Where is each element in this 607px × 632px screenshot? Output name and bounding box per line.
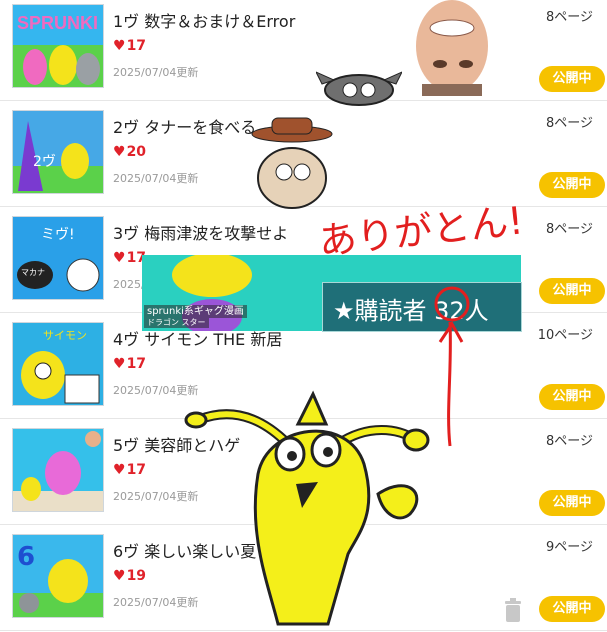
- episode-thumbnail[interactable]: SPRUNKI: [12, 4, 104, 88]
- svg-text:ミヴ!: ミヴ!: [41, 226, 75, 243]
- updated-date: 2025/07/04更新: [113, 384, 199, 397]
- episode-title: 6ヴ 楽しい楽しい夏！: [113, 542, 273, 561]
- episode-thumbnail[interactable]: サイモン: [12, 322, 104, 406]
- episode-thumbnail[interactable]: 6: [12, 534, 104, 618]
- like-count: ♥20: [113, 144, 147, 160]
- list-item[interactable]: 5ヴ 美容師とハゲ ♥17 2025/07/04更新 8ページ 公開中: [0, 420, 607, 525]
- episode-thumbnail[interactable]: ミヴ! マカナ: [12, 216, 104, 300]
- page-count: 9ページ: [545, 540, 593, 555]
- episode-title: 2ヴ タナーを食べる: [113, 118, 257, 137]
- svg-text:SPRUNKI: SPRUNKI: [17, 13, 98, 33]
- heart-icon: ♥: [113, 250, 126, 266]
- page-count: 10ページ: [537, 328, 593, 343]
- like-count: ♥19: [113, 568, 147, 584]
- banner-author: ドラゴン スター: [144, 318, 209, 328]
- heart-icon: ♥: [113, 568, 126, 584]
- svg-text:サイモン: サイモン: [43, 329, 87, 342]
- heart-icon: ♥: [113, 462, 126, 478]
- episode-title: 1ヴ 数字＆おまけ＆Error: [113, 12, 296, 31]
- publish-status-button[interactable]: 公開中: [539, 66, 605, 92]
- episode-thumbnail[interactable]: 2ヴ: [12, 110, 104, 194]
- svg-text:6: 6: [17, 542, 35, 572]
- episode-thumbnail[interactable]: [12, 428, 104, 512]
- updated-date: 2025/07/04更新: [113, 66, 199, 79]
- list-item[interactable]: 6 6ヴ 楽しい楽しい夏！ ♥19 2025/07/04更新 9ページ 公開中: [0, 526, 607, 631]
- updated-date: 2025/07/04更新: [113, 596, 199, 609]
- heart-icon: ♥: [113, 38, 126, 54]
- updated-date: 2025/07/04更新: [113, 172, 199, 185]
- publish-status-button[interactable]: 公開中: [539, 596, 605, 622]
- thumbnail-art: ミヴ! マカナ: [17, 226, 100, 292]
- like-count: ♥17: [113, 462, 147, 478]
- updated-date: 2025/07/04更新: [113, 490, 199, 503]
- svg-text:マカナ: マカナ: [21, 268, 45, 277]
- page-count: 8ページ: [545, 10, 593, 25]
- episode-title: 5ヴ 美容師とハゲ: [113, 436, 241, 455]
- banner-title: sprunki系ギャグ漫画: [144, 305, 247, 318]
- svg-text:2ヴ: 2ヴ: [33, 153, 56, 170]
- publish-status-button[interactable]: 公開中: [539, 172, 605, 198]
- list-item[interactable]: SPRUNKI 1ヴ 数字＆おまけ＆Error ♥17 2025/07/04更新…: [0, 0, 607, 101]
- episode-title: 3ヴ 梅雨津波を攻撃せよ: [113, 224, 289, 243]
- like-count: ♥17: [113, 356, 147, 372]
- list-item[interactable]: 2ヴ 2ヴ タナーを食べる ♥20 2025/07/04更新 8ページ 公開中: [0, 102, 607, 207]
- publish-status-button[interactable]: 公開中: [539, 278, 605, 304]
- thumbnail-art: 2ヴ: [13, 121, 103, 193]
- page-count: 8ページ: [545, 116, 593, 131]
- like-count: ♥17: [113, 38, 147, 54]
- heart-icon: ♥: [113, 356, 126, 372]
- thumbnail-art: 6: [13, 542, 103, 617]
- page-count: 8ページ: [545, 434, 593, 449]
- publish-status-button[interactable]: 公開中: [539, 384, 605, 410]
- publish-status-button[interactable]: 公開中: [539, 490, 605, 516]
- thumbnail-art: [13, 431, 103, 511]
- heart-icon: ♥: [113, 144, 126, 160]
- thumbnail-art: SPRUNKI: [13, 13, 103, 87]
- thumbnail-art: サイモン: [21, 329, 100, 404]
- subscriber-count: ★購読者 32人: [333, 297, 489, 325]
- trash-icon[interactable]: [503, 598, 523, 622]
- page-count: 8ページ: [545, 222, 593, 237]
- subscriber-count-box: ★購読者 32人: [322, 282, 522, 332]
